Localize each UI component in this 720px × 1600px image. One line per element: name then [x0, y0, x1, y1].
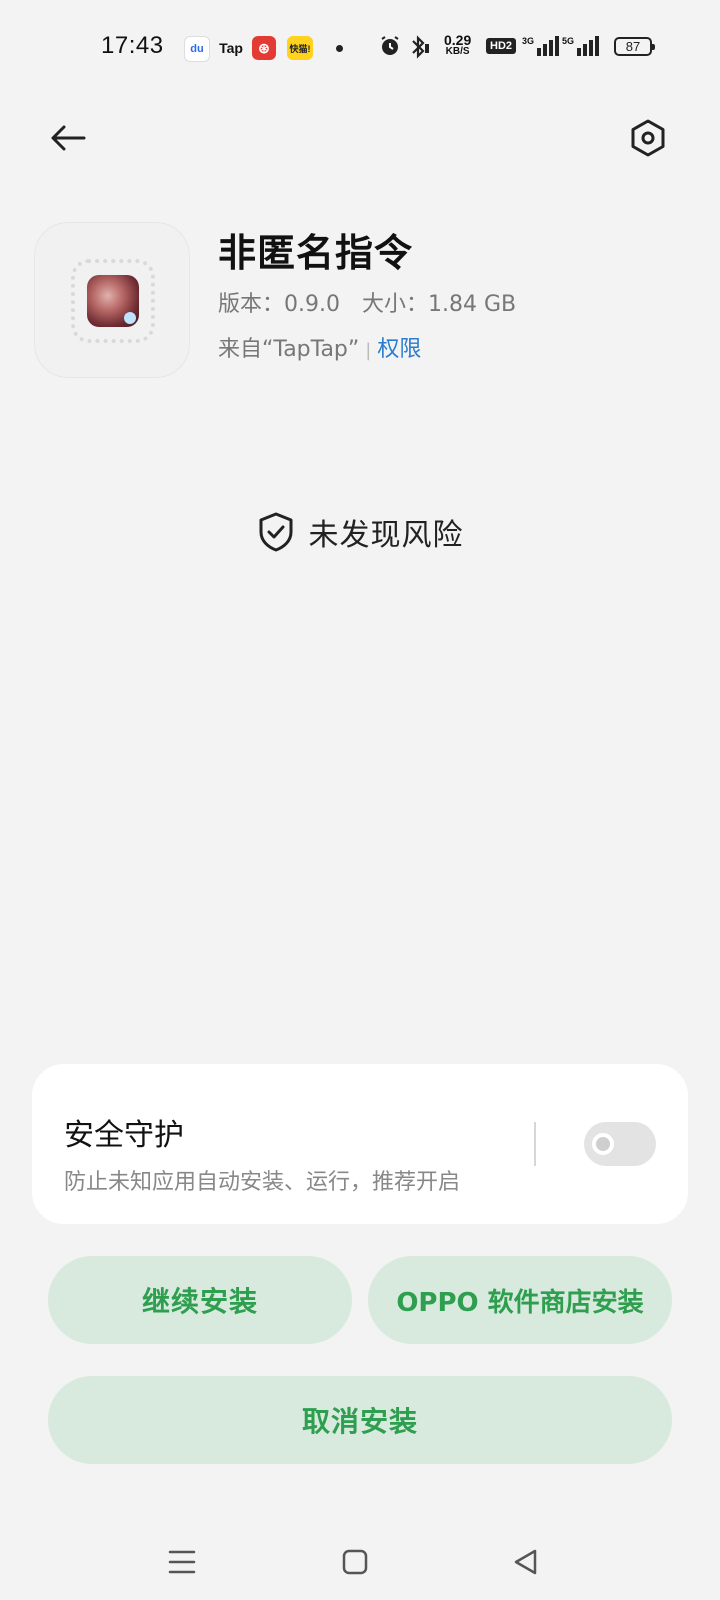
signal-sim1-label: 3G: [522, 36, 535, 46]
back-button[interactable]: [44, 114, 92, 162]
network-speed-unit: KB/S: [445, 46, 470, 57]
battery-indicator: 87: [614, 37, 655, 56]
back-triangle-icon: [514, 1549, 537, 1575]
toggle-knob: [592, 1133, 614, 1155]
netease-music-app-icon: ⊛: [252, 36, 276, 60]
app-version: 版本：0.9.0: [218, 292, 340, 317]
risk-status: 未发现风险: [0, 510, 720, 554]
app-icon-container: [34, 222, 190, 378]
security-guard-toggle[interactable]: [584, 1122, 656, 1166]
shield-check-icon: [259, 512, 292, 552]
alarm-icon: [378, 34, 402, 64]
more-notifications-dot-icon: [336, 45, 343, 52]
menu-icon: [168, 1550, 196, 1574]
app-meta: 版本：0.9.0 大小：1.84 GB: [218, 286, 516, 318]
status-bar: 17:43 du Tap ⊛ 快猫! 0.29 KB/S HD2 3G 5G 8…: [0, 0, 720, 96]
source-separator: |: [365, 340, 372, 361]
recent-apps-button[interactable]: [158, 1538, 206, 1586]
divider: [534, 1122, 536, 1166]
oppo-store-install-button[interactable]: OPPO 软件商店安装: [368, 1256, 672, 1344]
security-guard-card: 安全守护 防止未知应用自动安装、运行，推荐开启: [32, 1064, 688, 1224]
security-guard-description: 防止未知应用自动安装、运行，推荐开启: [64, 1170, 461, 1195]
security-guard-title: 安全守护: [64, 1118, 184, 1153]
system-back-button[interactable]: [502, 1538, 550, 1586]
baidu-app-icon: du: [184, 36, 210, 62]
signal-strength-sim2-icon: 5G: [562, 36, 600, 56]
taptap-app-icon: Tap: [219, 40, 243, 56]
app-size: 大小：1.84 GB: [361, 292, 517, 317]
continue-install-button[interactable]: 继续安装: [48, 1256, 352, 1344]
arrow-left-icon: [51, 125, 86, 151]
kuaimao-app-icon: 快猫!: [287, 36, 313, 60]
app-source: 来自“TapTap”: [218, 337, 360, 362]
status-time: 17:43: [101, 32, 164, 59]
risk-status-text: 未发现风险: [308, 518, 464, 553]
network-speed-value: 0.29: [444, 32, 472, 48]
signal-strength-sim1-icon: 3G: [522, 36, 560, 56]
bluetooth-icon: [406, 34, 430, 66]
app-name: 非匿名指令: [218, 231, 414, 275]
settings-button[interactable]: [624, 114, 672, 162]
home-square-icon: [342, 1549, 368, 1575]
app-icon: [87, 275, 139, 327]
app-source-row: 来自“TapTap” | 权限: [218, 331, 421, 363]
signal-sim2-label: 5G: [562, 36, 575, 46]
home-button[interactable]: [331, 1538, 379, 1586]
cancel-install-button[interactable]: 取消安装: [48, 1376, 672, 1464]
hd-voice-badge: HD2: [486, 38, 517, 54]
permissions-link[interactable]: 权限: [377, 337, 421, 362]
settings-hexagon-icon: [631, 119, 665, 157]
network-speed: 0.29 KB/S: [444, 32, 472, 58]
system-navigation-bar: [0, 1520, 720, 1600]
